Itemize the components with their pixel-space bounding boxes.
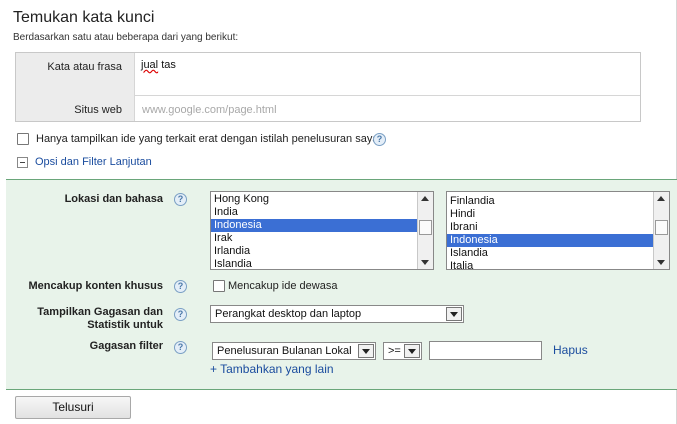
filter-metric-select[interactable]: Penelusuran Bulanan Lokal — [212, 342, 376, 360]
location-option[interactable]: Hong Kong — [211, 193, 433, 206]
collapse-minus-icon[interactable] — [17, 157, 28, 168]
help-icon[interactable]: ? — [174, 308, 187, 321]
chevron-down-icon[interactable] — [358, 344, 374, 358]
scroll-thumb[interactable] — [419, 220, 432, 235]
add-filter-link[interactable]: + Tambahkan yang lain — [210, 362, 334, 376]
scroll-up-icon[interactable] — [421, 196, 429, 201]
device-select[interactable]: Perangkat desktop dan laptop — [210, 305, 464, 323]
keyword-word-1: jual — [141, 59, 159, 71]
language-option[interactable]: Ibrani — [447, 221, 669, 234]
show-ideas-label-line1: Tampilkan Gagasan dan — [37, 306, 163, 318]
scroll-down-icon[interactable] — [421, 260, 429, 265]
location-language-label: Lokasi dan bahasa — [64, 193, 163, 205]
scroll-up-icon[interactable] — [657, 196, 665, 201]
page-title: Temukan kata kunci — [13, 9, 155, 26]
device-select-value: Perangkat desktop dan laptop — [215, 308, 362, 320]
input-label-column: Kata atau frasa Situs web — [16, 53, 135, 121]
help-icon[interactable]: ? — [373, 133, 386, 146]
location-listbox[interactable]: Hong Kong India Indonesia Irak Irlandia … — [210, 191, 434, 270]
language-listbox[interactable]: Finlandia Hindi Ibrani Indonesia Islandi… — [446, 191, 670, 270]
scroll-down-icon[interactable] — [657, 260, 665, 265]
language-option[interactable]: Hindi — [447, 208, 669, 221]
input-row-divider — [135, 95, 640, 96]
idea-filter-label: Gagasan filter — [89, 340, 163, 352]
location-option[interactable]: Islandia — [211, 258, 433, 269]
special-content-label: Mencakup konten khusus — [28, 280, 163, 292]
help-icon[interactable]: ? — [174, 280, 187, 293]
location-option-selected[interactable]: Indonesia — [211, 219, 433, 232]
filter-amount-input[interactable] — [429, 341, 542, 360]
keyword-field[interactable]: jual tas — [141, 59, 636, 91]
closely-related-label: Hanya tampilkan ide yang terkait erat de… — [36, 133, 379, 145]
filter-metric-value: Penelusuran Bulanan Lokal — [217, 345, 352, 357]
keyword-label: Kata atau frasa — [47, 61, 122, 73]
chevron-down-icon[interactable] — [404, 344, 420, 358]
language-option-selected[interactable]: Indonesia — [447, 234, 669, 247]
website-field[interactable]: www.google.com/page.html — [142, 104, 637, 116]
remove-filter-link[interactable]: Hapus — [553, 343, 588, 357]
website-label: Situs web — [74, 104, 122, 116]
location-option[interactable]: Irlandia — [211, 245, 433, 258]
keyword-word-2: tas — [161, 59, 176, 71]
filter-operator-select[interactable]: >= — [383, 342, 422, 360]
show-ideas-label-line2: Statistik untuk — [87, 319, 163, 331]
language-option[interactable]: Italia — [447, 260, 669, 269]
page-subtitle: Berdasarkan satu atau beberapa dari yang… — [13, 32, 239, 43]
chevron-down-icon[interactable] — [446, 307, 462, 321]
advanced-options-link[interactable]: Opsi dan Filter Lanjutan — [35, 156, 152, 168]
location-option[interactable]: Irak — [211, 232, 433, 245]
language-option[interactable]: Finlandia — [447, 195, 669, 208]
closely-related-checkbox[interactable] — [17, 133, 29, 145]
location-option[interactable]: India — [211, 206, 433, 219]
show-ideas-label: Tampilkan Gagasan dan Statistik untuk — [20, 306, 163, 332]
search-button[interactable]: Telusuri — [15, 396, 131, 419]
help-icon[interactable]: ? — [174, 193, 187, 206]
location-scrollbar[interactable] — [417, 192, 433, 269]
help-icon[interactable]: ? — [174, 341, 187, 354]
filter-operator-value: >= — [388, 345, 401, 357]
adult-ideas-label: Mencakup ide dewasa — [228, 280, 338, 292]
scroll-thumb[interactable] — [655, 220, 668, 235]
language-option[interactable]: Islandia — [447, 247, 669, 260]
language-scrollbar[interactable] — [653, 192, 669, 269]
adult-ideas-checkbox[interactable] — [213, 280, 225, 292]
